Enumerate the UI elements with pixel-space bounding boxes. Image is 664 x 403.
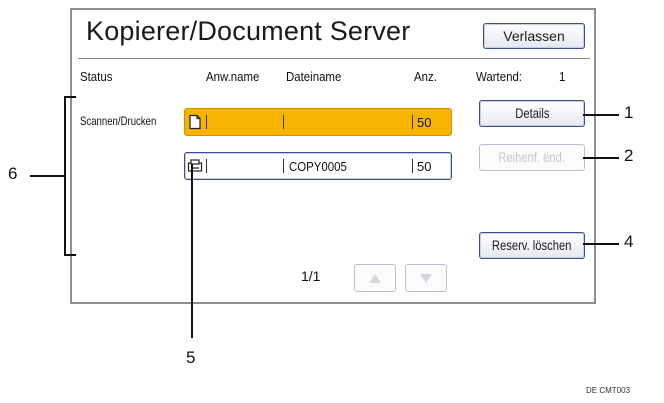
delete-reservation-button-label: Reserv. löschen: [492, 237, 572, 253]
row-separator: [283, 159, 284, 173]
callout-number-2: 2: [624, 146, 634, 165]
waiting-count: 1: [559, 69, 566, 84]
callout-number-5: 5: [186, 348, 196, 367]
callout-line-5: [191, 164, 193, 338]
page-indicator: 1/1: [301, 268, 321, 284]
job-row[interactable]: COPY0005 50: [184, 152, 452, 180]
scroll-up-button[interactable]: [354, 264, 396, 292]
job-quantity: 50: [417, 159, 432, 174]
details-button-label: Details: [514, 105, 550, 121]
column-header-quantity: Anz.: [414, 69, 437, 84]
column-header-user: Anw.name: [206, 69, 260, 84]
callout-line-1: [583, 114, 619, 116]
job-row-selected[interactable]: 50: [184, 108, 452, 136]
job-quantity: 50: [417, 115, 432, 130]
header-divider: [78, 58, 590, 59]
row-separator: [412, 115, 413, 129]
callout-line-4: [583, 243, 619, 245]
print-document-icon: [187, 114, 203, 130]
callout-bracket-6: [64, 96, 66, 256]
job-group-label: Scannen/Drucken: [80, 114, 157, 128]
column-header-filename: Dateiname: [286, 69, 342, 84]
row-separator: [283, 115, 284, 129]
screen-title: Kopierer/Document Server: [86, 16, 411, 46]
copy-document-icon: [187, 158, 203, 174]
callout-number-6: 6: [8, 164, 18, 183]
details-button[interactable]: Details: [479, 100, 585, 127]
row-separator: [206, 115, 207, 129]
callout-bracket-6-bottom: [64, 254, 76, 256]
callout-line-2: [583, 157, 619, 159]
copier-document-server-panel: Kopierer/Document Server Verlassen Statu…: [70, 8, 596, 304]
exit-button[interactable]: Verlassen: [483, 23, 585, 49]
job-filename: COPY0005: [289, 159, 347, 174]
row-separator: [206, 159, 207, 173]
waiting-label: Wartend:: [476, 69, 522, 84]
delete-reservation-button[interactable]: Reserv. löschen: [479, 232, 585, 259]
callout-number-4: 4: [624, 232, 634, 251]
callout-line-6: [30, 175, 64, 177]
reorder-button[interactable]: Reihenf. ënd.: [479, 144, 585, 171]
column-header-status: Status: [80, 69, 113, 84]
callout-bracket-6-top: [64, 96, 76, 98]
figure-code: DE CMT003: [586, 386, 631, 395]
reorder-button-label: Reihenf. ënd.: [498, 149, 566, 165]
row-separator: [412, 159, 413, 173]
callout-number-1: 1: [624, 103, 634, 122]
scroll-down-button[interactable]: [405, 264, 447, 292]
